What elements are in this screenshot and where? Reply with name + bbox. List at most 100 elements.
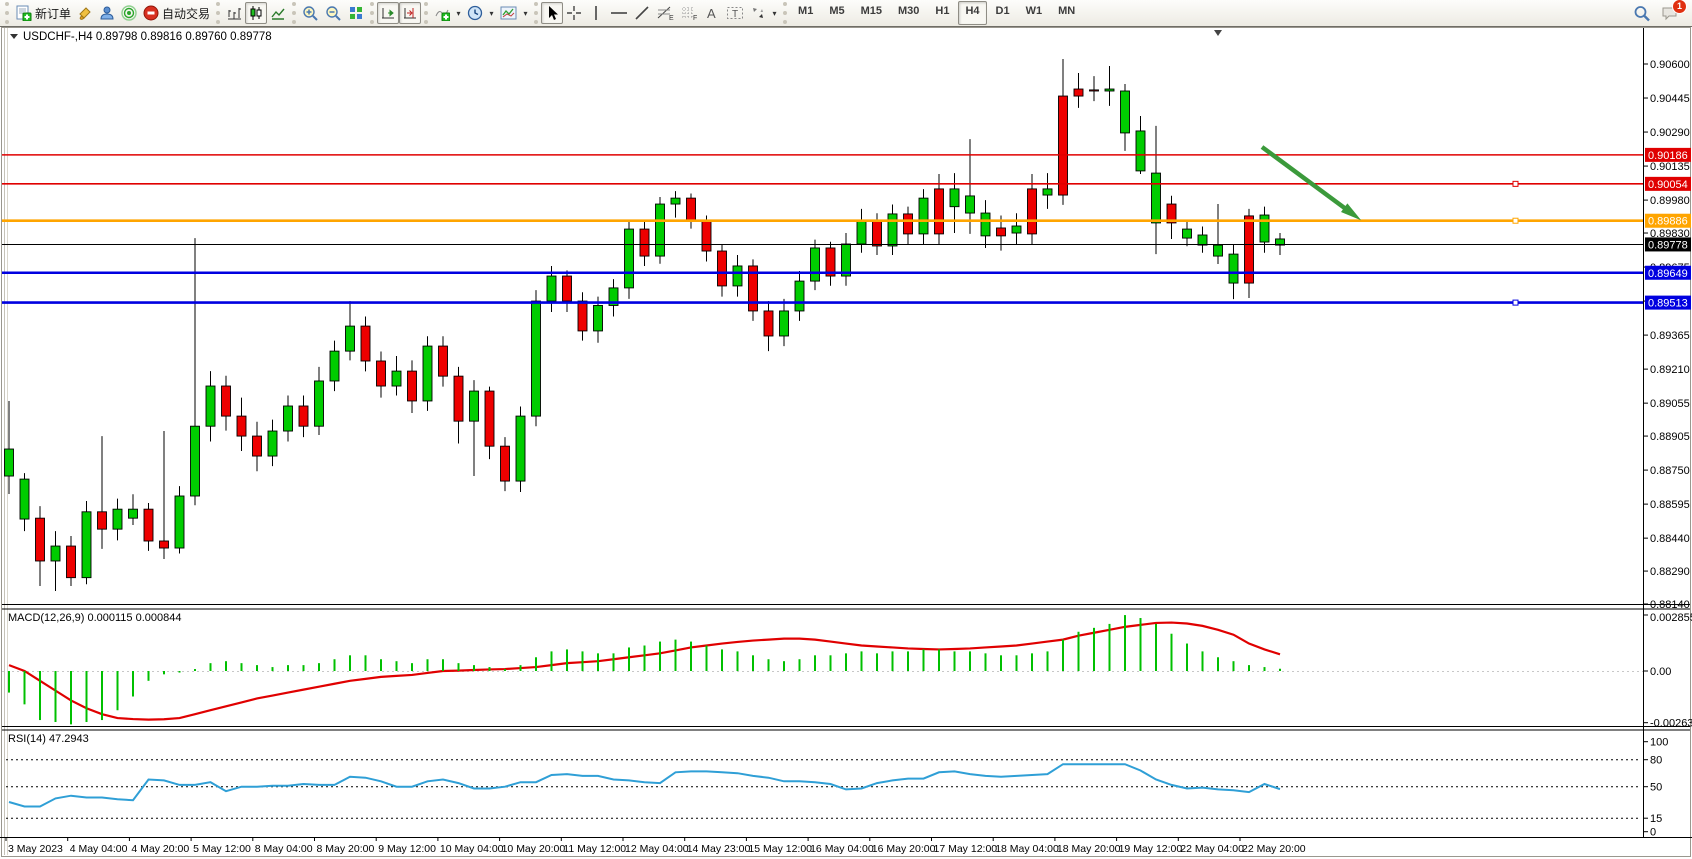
- arrows-tool-button[interactable]: [747, 2, 769, 24]
- templates-button[interactable]: [497, 2, 520, 24]
- trendline-button[interactable]: [631, 2, 653, 24]
- zoom-out-icon: [325, 5, 342, 21]
- svg-text:0.88140: 0.88140: [1650, 599, 1690, 611]
- search-button[interactable]: [1630, 2, 1654, 24]
- signals-button[interactable]: [118, 2, 140, 24]
- timeframe-button-m15[interactable]: M15: [854, 1, 889, 25]
- community-button[interactable]: [96, 2, 118, 24]
- svg-text:12 May 04:00: 12 May 04:00: [625, 843, 689, 855]
- timeframe-button-m5[interactable]: M5: [822, 1, 851, 25]
- svg-text:18 May 04:00: 18 May 04:00: [995, 843, 1059, 855]
- svg-text:10 May 04:00: 10 May 04:00: [440, 843, 504, 855]
- timeframe-button-w1[interactable]: W1: [1019, 1, 1050, 25]
- hline-handle-0.89886[interactable]: [1513, 218, 1518, 223]
- grid-icon: F: [680, 5, 698, 21]
- rsi-pane: RSI(14) 47.29431008050150: [6, 733, 1668, 839]
- svg-text:0.88440: 0.88440: [1650, 533, 1690, 545]
- svg-text:16 May 20:00: 16 May 20:00: [872, 843, 936, 855]
- text-button[interactable]: A: [701, 2, 723, 24]
- svg-text:22 May 20:00: 22 May 20:00: [1242, 843, 1306, 855]
- svg-text:9 May 12:00: 9 May 12:00: [378, 843, 436, 855]
- svg-text:0.90445: 0.90445: [1650, 93, 1690, 105]
- horizontal-line-button[interactable]: [607, 2, 631, 24]
- grid-button[interactable]: F: [677, 2, 701, 24]
- signal-rings-icon: [121, 5, 137, 21]
- indicators-icon: [434, 5, 450, 21]
- timeframe-toolbar-group: M1M5M15M30H1H4D1W1MN: [783, 2, 1083, 24]
- timeframe-button-h4[interactable]: H4: [958, 1, 986, 25]
- price-axis: 0.906000.904450.902900.901350.899800.898…: [1643, 59, 1690, 611]
- svg-text:17 May 12:00: 17 May 12:00: [934, 843, 998, 855]
- svg-text:14 May 23:00: 14 May 23:00: [687, 843, 751, 855]
- zoom-in-button[interactable]: [299, 2, 322, 24]
- text-a-icon: A: [705, 5, 719, 21]
- auto-trading-label: 自动交易: [162, 5, 210, 22]
- timeframe-button-h1[interactable]: H1: [928, 1, 956, 25]
- timeframe-button-m30[interactable]: M30: [891, 1, 926, 25]
- auto-scroll-icon: [380, 5, 396, 21]
- community-person-icon: [99, 5, 115, 21]
- main-toolbar: 新订单 自动交易: [0, 0, 1692, 27]
- line-chart-button[interactable]: [267, 2, 289, 24]
- auto-trading-button[interactable]: 自动交易: [140, 2, 213, 24]
- chat-button[interactable]: 1: [1658, 2, 1682, 24]
- hline-handle-0.89513[interactable]: [1513, 300, 1518, 305]
- svg-text:0.89649: 0.89649: [1648, 268, 1688, 280]
- periods-button[interactable]: [464, 2, 486, 24]
- indicators-dropdown-caret[interactable]: ▾: [453, 2, 464, 24]
- indicators-button[interactable]: [431, 2, 453, 24]
- fibonacci-button[interactable]: E: [653, 2, 677, 24]
- objects-toolbar-group: E F A T ▾: [534, 2, 780, 24]
- hline-handle-0.90054[interactable]: [1513, 181, 1518, 186]
- auto-scroll-button[interactable]: [377, 2, 399, 24]
- scroll-shift-toolbar-group: [370, 2, 421, 24]
- svg-text:0.002855: 0.002855: [1650, 612, 1692, 624]
- svg-text:0.90135: 0.90135: [1650, 161, 1690, 173]
- chart-shift-button[interactable]: [399, 2, 421, 24]
- svg-text:0.89365: 0.89365: [1650, 330, 1690, 342]
- timeframe-button-mn[interactable]: MN: [1051, 1, 1082, 25]
- svg-text:T: T: [732, 9, 738, 20]
- tile-windows-button[interactable]: [345, 2, 367, 24]
- vertical-line-button[interactable]: [585, 2, 607, 24]
- arrows-dropdown-caret[interactable]: ▾: [769, 2, 780, 24]
- svg-text:-0.002634: -0.002634: [1650, 718, 1692, 730]
- svg-text:0.88905: 0.88905: [1650, 431, 1690, 443]
- svg-text:E: E: [669, 15, 674, 21]
- text-label-icon: T: [726, 5, 744, 21]
- styler-button[interactable]: [74, 2, 96, 24]
- chart-shift-marker[interactable]: [1214, 30, 1222, 36]
- symbol-dropdown-icon[interactable]: [10, 34, 18, 39]
- templates-dropdown-caret[interactable]: ▾: [520, 2, 531, 24]
- svg-text:0.88595: 0.88595: [1650, 499, 1690, 511]
- svg-text:10 May 20:00: 10 May 20:00: [502, 843, 566, 855]
- trendline-icon: [634, 5, 650, 21]
- tile-windows-icon: [348, 5, 364, 21]
- svg-text:8 May 20:00: 8 May 20:00: [317, 843, 375, 855]
- cursor-button[interactable]: [541, 2, 563, 24]
- zoom-out-button[interactable]: [322, 2, 345, 24]
- svg-text:11 May 12:00: 11 May 12:00: [563, 843, 626, 855]
- template-icon: [500, 5, 517, 21]
- svg-text:15 May 12:00: 15 May 12:00: [748, 843, 812, 855]
- periods-dropdown-caret[interactable]: ▾: [486, 2, 497, 24]
- bar-chart-button[interactable]: [223, 2, 245, 24]
- svg-text:0.89886: 0.89886: [1648, 216, 1688, 228]
- horizontal-level-lines[interactable]: [2, 155, 1643, 305]
- chart-canvas[interactable]: 0.906000.904450.902900.901350.899800.898…: [0, 27, 1692, 859]
- new-order-icon: [15, 5, 32, 21]
- candlestick-chart-button[interactable]: [245, 2, 267, 24]
- new-order-button[interactable]: 新订单: [12, 2, 74, 24]
- svg-text:8 May 04:00: 8 May 04:00: [255, 843, 313, 855]
- zoom-in-icon: [302, 5, 319, 21]
- cursor-arrow-icon: [545, 5, 559, 21]
- svg-text:22 May 04:00: 22 May 04:00: [1180, 843, 1244, 855]
- svg-text:4 May 04:00: 4 May 04:00: [70, 843, 128, 855]
- svg-text:80: 80: [1650, 755, 1662, 767]
- svg-text:0.89055: 0.89055: [1650, 398, 1690, 410]
- timeframe-button-m1[interactable]: M1: [791, 1, 820, 25]
- crosshair-button[interactable]: [563, 2, 585, 24]
- text-label-button[interactable]: T: [723, 2, 747, 24]
- svg-text:0.89980: 0.89980: [1650, 195, 1690, 207]
- timeframe-button-d1[interactable]: D1: [989, 1, 1017, 25]
